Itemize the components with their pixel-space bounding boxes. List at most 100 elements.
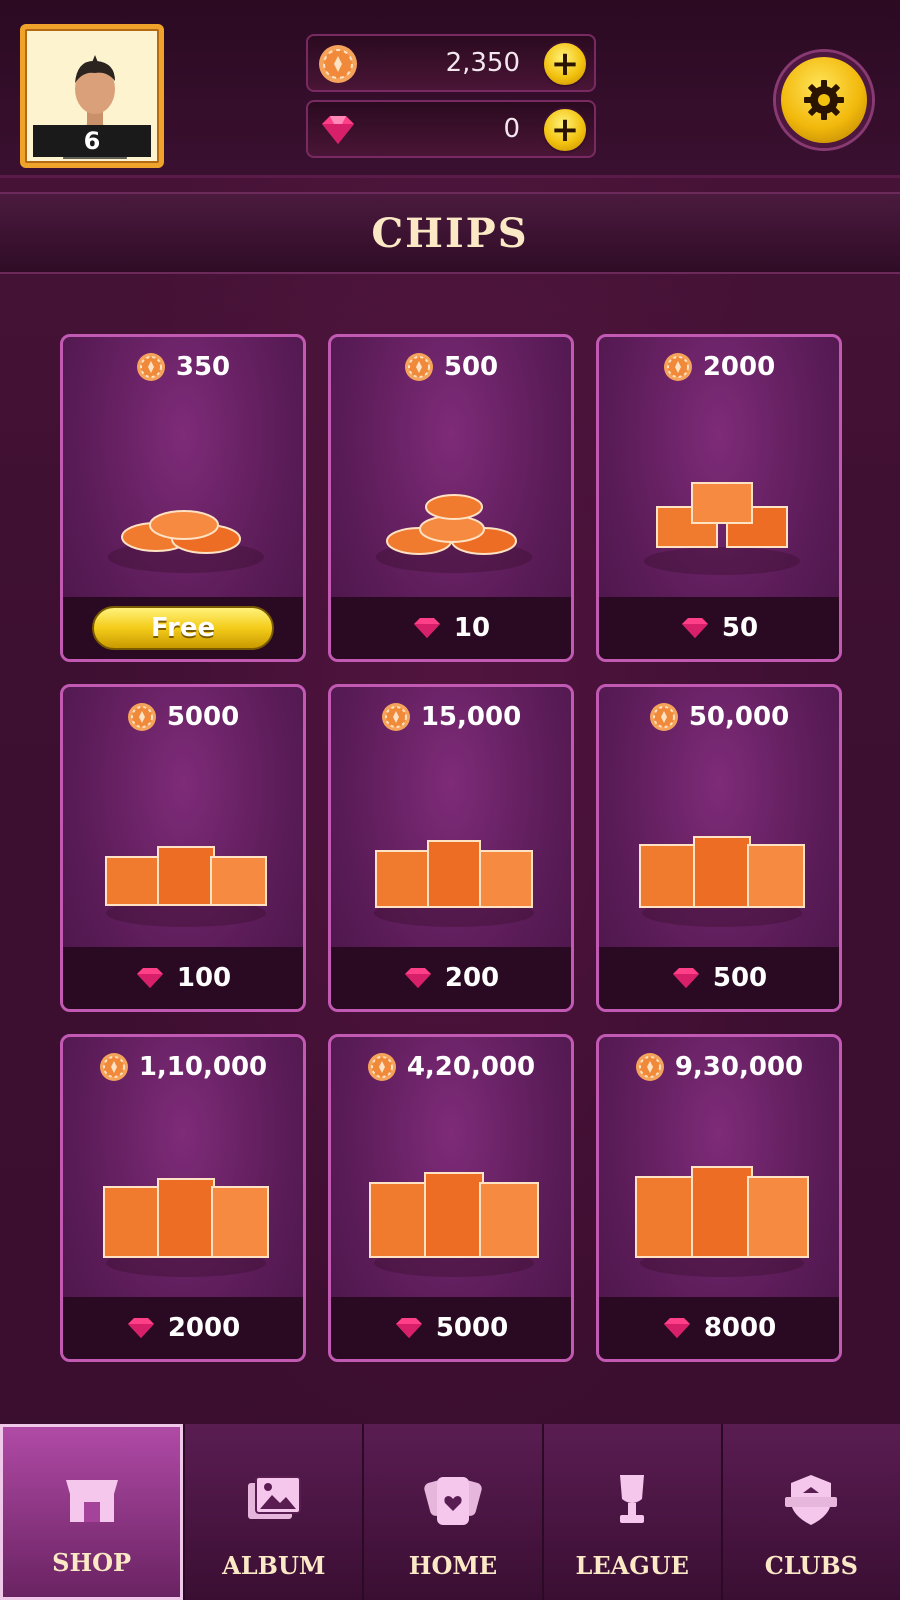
gem-icon xyxy=(127,1318,154,1338)
nav-item-league[interactable]: LEAGUE xyxy=(541,1424,721,1600)
chip-icon xyxy=(404,353,433,381)
clubs-shield-icon xyxy=(785,1475,838,1525)
pack-amount: 350 xyxy=(63,349,303,385)
pack-amount-value: 9,30,000 xyxy=(674,1052,804,1082)
free-claim-button[interactable]: Free xyxy=(92,606,274,650)
pack-amount-value: 5000 xyxy=(166,702,240,732)
pack-price-bar: Free xyxy=(63,597,303,659)
nav-label: LEAGUE xyxy=(575,1551,689,1580)
pack-amount: 9,30,000 xyxy=(599,1049,839,1085)
pack-price-bar: 50 xyxy=(599,597,839,659)
gem-icon xyxy=(395,1318,422,1338)
chip-pile-image xyxy=(635,1166,809,1277)
chip-pile-image xyxy=(644,482,800,575)
section-title-band: CHIPS xyxy=(0,192,900,274)
top-bar: 6 2,350 + 0 + xyxy=(0,0,900,178)
gear-icon xyxy=(804,80,844,120)
nav-label: SHOP xyxy=(52,1548,132,1577)
shop-icon xyxy=(65,1480,118,1522)
chip-pack-card[interactable]: 500 10 xyxy=(328,334,574,662)
gems-balance-bar: 0 + xyxy=(306,100,596,158)
chip-icon xyxy=(136,353,165,381)
gem-icon xyxy=(672,968,699,988)
pack-price-bar: 200 xyxy=(331,947,571,1009)
chips-balance: 2,350 xyxy=(445,48,520,78)
pack-price-value: 8000 xyxy=(703,1313,777,1343)
chip-pack-card[interactable]: 2000 50 xyxy=(596,334,842,662)
pack-amount-value: 4,20,000 xyxy=(406,1052,536,1082)
pack-price-value: 100 xyxy=(176,963,232,993)
pack-amount: 1,10,000 xyxy=(63,1049,303,1085)
home-cards-icon xyxy=(424,1477,482,1525)
pack-amount: 500 xyxy=(331,349,571,385)
pack-amount: 2000 xyxy=(599,349,839,385)
chip-icon xyxy=(663,353,692,381)
pack-price-value: 10 xyxy=(453,613,491,643)
chip-pack-card[interactable]: 50,000 500 xyxy=(596,684,842,1012)
gem-icon xyxy=(681,618,708,638)
gem-icon xyxy=(404,968,431,988)
gems-balance: 0 xyxy=(503,114,520,144)
chip-icon xyxy=(99,1053,128,1081)
pack-price-value: 500 xyxy=(712,963,768,993)
nav-label: CLUBS xyxy=(764,1551,859,1580)
chip-pile-image xyxy=(369,1172,539,1277)
nav-item-album[interactable]: ALBUM xyxy=(183,1424,363,1600)
pack-amount-value: 15,000 xyxy=(420,702,522,732)
chip-icon xyxy=(127,703,156,731)
pack-amount-value: 1,10,000 xyxy=(138,1052,268,1082)
pack-amount-value: 2000 xyxy=(702,352,776,382)
pack-amount: 15,000 xyxy=(331,699,571,735)
gem-icon xyxy=(413,618,440,638)
pack-price-value: 5000 xyxy=(435,1313,509,1343)
pack-price-value: 2000 xyxy=(167,1313,241,1343)
chip-pack-card[interactable]: 9,30,000 8000 xyxy=(596,1034,842,1362)
pack-amount-value: 350 xyxy=(175,352,231,382)
chip-icon xyxy=(649,703,678,731)
page-title: CHIPS xyxy=(371,209,529,257)
chip-pile-image xyxy=(105,846,267,927)
pack-price-bar: 10 xyxy=(331,597,571,659)
chip-pack-card[interactable]: 350 Free xyxy=(60,334,306,662)
pack-price-bar: 5000 xyxy=(331,1297,571,1359)
nav-item-home[interactable]: HOME xyxy=(362,1424,542,1600)
gem-icon xyxy=(322,116,354,144)
nav-label: HOME xyxy=(408,1551,498,1580)
pack-price-bar: 100 xyxy=(63,947,303,1009)
pack-amount: 4,20,000 xyxy=(331,1049,571,1085)
player-avatar[interactable]: 6 xyxy=(20,24,164,168)
chip-pile-image xyxy=(376,494,532,573)
chip-pack-card[interactable]: 4,20,000 5000 xyxy=(328,1034,574,1362)
pack-price-value: 200 xyxy=(444,963,500,993)
add-chips-button[interactable]: + xyxy=(542,41,588,87)
album-icon xyxy=(247,1476,301,1519)
bottom-nav: SHOP ALBUM HOME LEAGUE CLUBS xyxy=(0,1424,900,1600)
chip-icon xyxy=(381,703,410,731)
chip-icon xyxy=(635,1053,664,1081)
gem-icon xyxy=(136,968,163,988)
add-gems-button[interactable]: + xyxy=(542,107,588,153)
pack-price-value: 50 xyxy=(721,613,759,643)
chip-pile-image xyxy=(374,840,534,927)
pack-price-bar: 2000 xyxy=(63,1297,303,1359)
nav-item-clubs[interactable]: CLUBS xyxy=(720,1424,900,1600)
chip-pack-card[interactable]: 15,000 200 xyxy=(328,684,574,1012)
nav-label: ALBUM xyxy=(222,1551,326,1580)
chip-pack-card[interactable]: 5000 100 xyxy=(60,684,306,1012)
player-level: 6 xyxy=(33,125,151,157)
pack-price-bar: 8000 xyxy=(599,1297,839,1359)
chip-pile-image xyxy=(639,836,805,927)
pack-amount: 5000 xyxy=(63,699,303,735)
settings-button[interactable] xyxy=(776,52,872,148)
nav-item-shop[interactable]: SHOP xyxy=(0,1424,184,1600)
chip-pack-card[interactable]: 1,10,000 2000 xyxy=(60,1034,306,1362)
trophy-icon xyxy=(620,1475,645,1523)
chip-pile-image xyxy=(108,510,264,573)
pack-amount: 50,000 xyxy=(599,699,839,735)
gem-icon xyxy=(663,1318,690,1338)
pack-price-bar: 500 xyxy=(599,947,839,1009)
pack-amount-value: 500 xyxy=(443,352,499,382)
chip-icon xyxy=(319,45,357,83)
chip-icon xyxy=(367,1053,396,1081)
chip-pile-image xyxy=(103,1178,269,1277)
